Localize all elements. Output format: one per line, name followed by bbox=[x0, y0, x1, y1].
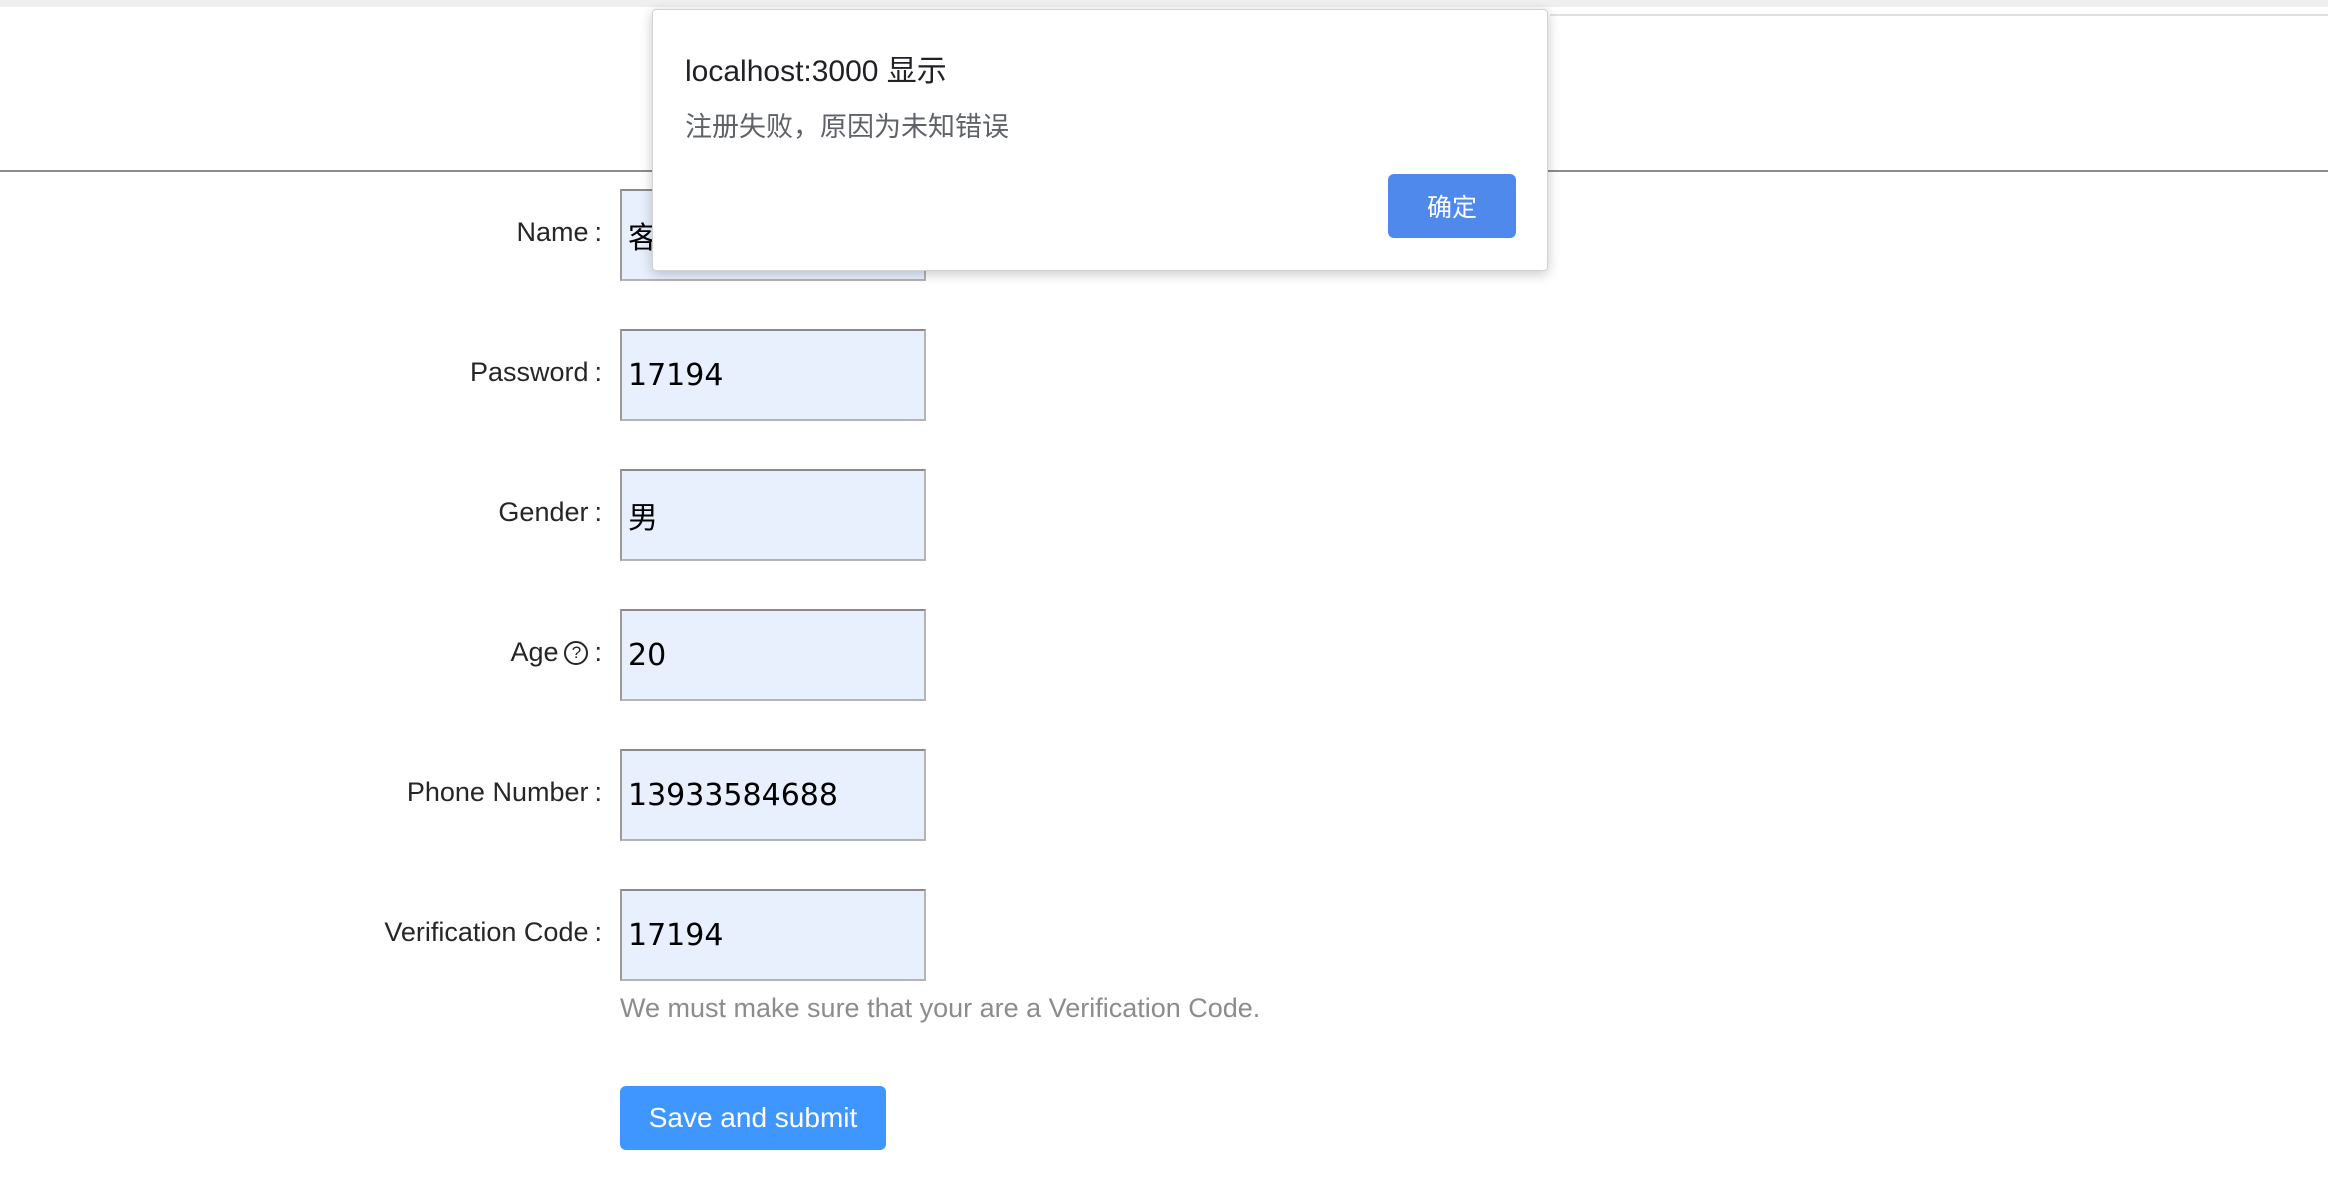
top-divider bbox=[1550, 14, 2328, 16]
question-circle-icon[interactable]: ? bbox=[564, 640, 589, 665]
label-colon: : bbox=[594, 637, 602, 667]
alert-dialog: localhost:3000 显示 注册失败，原因为未知错误 确定 bbox=[652, 9, 1548, 271]
verification-label-text: Verification Code bbox=[384, 917, 589, 947]
save-and-submit-button[interactable]: Save and submit bbox=[620, 1086, 886, 1150]
form-row-password: Password : bbox=[0, 329, 2328, 421]
form-row-gender: Gender : bbox=[0, 469, 2328, 561]
password-label: Password : bbox=[470, 357, 602, 388]
verification-help-text: We must make sure that your are a Verifi… bbox=[620, 993, 1261, 1023]
age-label: Age ? : bbox=[510, 637, 602, 668]
label-colon: : bbox=[594, 777, 602, 807]
label-colon: : bbox=[594, 497, 602, 527]
name-label-text: Name bbox=[516, 217, 589, 247]
form-row-age: Age ? : bbox=[0, 609, 2328, 701]
label-colon: : bbox=[594, 357, 602, 387]
form-row-verification: Verification Code : bbox=[0, 889, 2328, 981]
age-input[interactable] bbox=[620, 609, 926, 701]
password-input[interactable] bbox=[620, 329, 926, 421]
label-colon: : bbox=[594, 217, 602, 247]
age-label-text: Age bbox=[510, 637, 559, 667]
name-label: Name : bbox=[516, 217, 602, 248]
gender-label: Gender : bbox=[498, 497, 602, 528]
gender-label-text: Gender bbox=[498, 497, 589, 527]
gender-input[interactable] bbox=[620, 469, 926, 561]
browser-top-strip bbox=[0, 0, 2328, 7]
dialog-title: localhost:3000 显示 bbox=[685, 55, 947, 88]
form-row-phone: Phone Number : bbox=[0, 749, 2328, 841]
registration-page: Name : Password : Gender : Age ? : bbox=[0, 0, 2328, 1186]
phone-label-text: Phone Number bbox=[406, 777, 589, 807]
dialog-ok-button[interactable]: 确定 bbox=[1388, 174, 1516, 238]
dialog-message: 注册失败，原因为未知错误 bbox=[685, 112, 1009, 142]
phone-label: Phone Number : bbox=[407, 777, 602, 808]
verification-code-input[interactable] bbox=[620, 889, 926, 981]
verification-label: Verification Code : bbox=[384, 917, 602, 948]
label-colon: : bbox=[594, 917, 602, 947]
phone-input[interactable] bbox=[620, 749, 926, 841]
password-label-text: Password bbox=[469, 357, 589, 387]
